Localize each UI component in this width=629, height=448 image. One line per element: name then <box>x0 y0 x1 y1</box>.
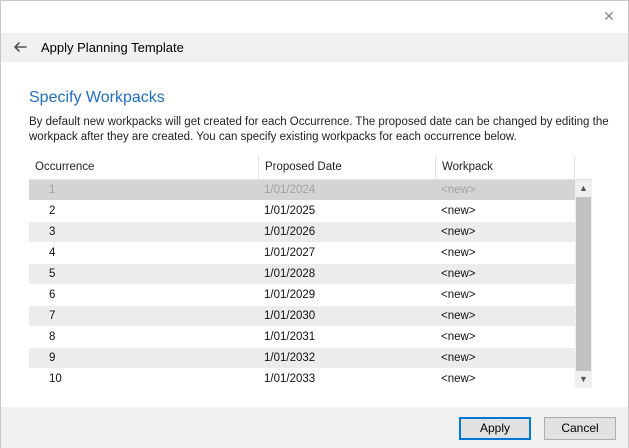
scroll-up-icon[interactable]: ▲ <box>575 180 592 197</box>
occurrence-cell: 4 <box>49 247 56 259</box>
table-row[interactable]: 5 1/01/2028 <new> <box>29 264 575 285</box>
occurrence-cell: 1 <box>49 184 56 196</box>
table-row[interactable]: 6 1/01/2029 <new> <box>29 285 575 306</box>
cancel-button[interactable]: Cancel <box>544 417 616 440</box>
workpack-cell[interactable]: <new> <box>441 180 476 201</box>
workpack-cell[interactable]: <new> <box>441 348 476 369</box>
workpack-cell[interactable]: <new> <box>441 264 476 285</box>
back-arrow-icon[interactable] <box>10 37 30 57</box>
table-row[interactable]: 3 1/01/2026 <new> <box>29 222 575 243</box>
dialog-title: Apply Planning Template <box>41 40 184 55</box>
workpack-cell[interactable]: <new> <box>441 222 476 243</box>
table-row[interactable]: 10 1/01/2033 <new> <box>29 369 575 390</box>
proposed-date-cell: 1/01/2030 <box>264 310 316 322</box>
grid-rows: 1 1/01/2024 <new> 2 1/01/2025 <new> 3 1/01/2026… <box>29 180 575 390</box>
table-row[interactable]: 9 1/01/2032 <new> <box>29 348 575 369</box>
table-row[interactable]: 7 1/01/2030 <new> <box>29 306 575 327</box>
table-row[interactable]: 1 1/01/2024 <new> <box>29 180 575 201</box>
occurrence-cell: 10 <box>49 373 62 385</box>
occurrence-cell: 2 <box>49 205 56 217</box>
proposed-date-cell: 1/01/2028 <box>264 268 316 280</box>
close-icon[interactable]: ✕ <box>600 7 618 25</box>
occurrence-cell: 7 <box>49 310 56 322</box>
section-title: Specify Workpacks <box>29 89 165 106</box>
workpack-cell[interactable]: <new> <box>441 369 476 390</box>
column-header-workpack[interactable]: Workpack <box>435 155 575 180</box>
table-row[interactable]: 2 1/01/2025 <new> <box>29 201 575 222</box>
occurrence-cell: 5 <box>49 268 56 280</box>
proposed-date-cell: 1/01/2033 <box>264 373 316 385</box>
header-bar: Apply Planning Template <box>1 33 628 62</box>
proposed-date-cell: 1/01/2031 <box>264 331 316 343</box>
workpack-cell[interactable]: <new> <box>441 285 476 306</box>
workpack-cell[interactable]: <new> <box>441 243 476 264</box>
proposed-date-cell: 1/01/2029 <box>264 289 316 301</box>
proposed-date-cell: 1/01/2032 <box>264 352 316 364</box>
workpack-cell[interactable]: <new> <box>441 306 476 327</box>
dialog-footer: Apply Cancel <box>1 407 628 448</box>
description-text: By default new workpacks will get create… <box>29 116 609 143</box>
grid-header: Occurrence Proposed Date Workpack <box>29 155 592 180</box>
proposed-date-cell: 1/01/2024 <box>264 184 316 196</box>
occurrence-cell: 6 <box>49 289 56 301</box>
scroll-thumb[interactable] <box>576 197 591 371</box>
proposed-date-cell: 1/01/2026 <box>264 226 316 238</box>
workpack-grid: Occurrence Proposed Date Workpack 1 1/01/… <box>29 155 592 390</box>
workpack-cell[interactable]: <new> <box>441 327 476 348</box>
proposed-date-cell: 1/01/2025 <box>264 205 316 217</box>
apply-button[interactable]: Apply <box>459 417 531 440</box>
column-header-occurrence[interactable]: Occurrence <box>29 155 258 180</box>
vertical-scrollbar[interactable]: ▲ ▼ <box>575 180 592 388</box>
scroll-down-icon[interactable]: ▼ <box>575 371 592 388</box>
occurrence-cell: 3 <box>49 226 56 238</box>
occurrence-cell: 8 <box>49 331 56 343</box>
column-header-proposed-date[interactable]: Proposed Date <box>258 155 435 180</box>
dialog-window: ✕ Apply Planning Template Specify Workpa… <box>0 0 629 448</box>
proposed-date-cell: 1/01/2027 <box>264 247 316 259</box>
workpack-cell[interactable]: <new> <box>441 201 476 222</box>
table-row[interactable]: 4 1/01/2027 <new> <box>29 243 575 264</box>
table-row[interactable]: 8 1/01/2031 <new> <box>29 327 575 348</box>
occurrence-cell: 9 <box>49 352 56 364</box>
